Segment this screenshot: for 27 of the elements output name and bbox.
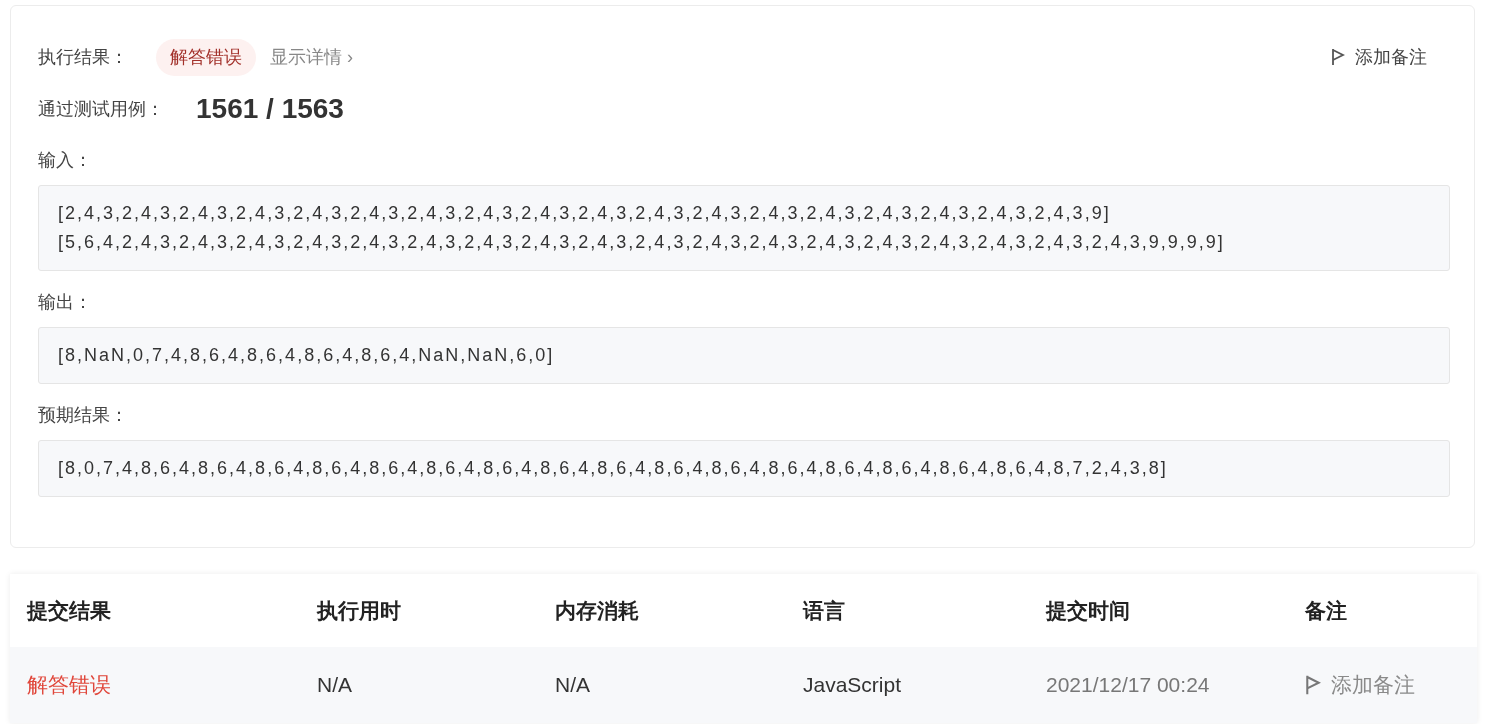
code-line: [8,NaN,0,7,4,8,6,4,8,6,4,8,6,4,8,6,4,NaN,NaN,6,0] [58, 344, 555, 367]
details-link[interactable]: 显示详情 › [270, 43, 353, 71]
passed-count: 1561 / 1563 [196, 92, 344, 126]
code-line: [2,4,3,2,4,3,2,4,3,2,4,3,2,4,3,2,4,3,2,4,3,2,4,3,2,4,3,2,4,3,2,4,3,2,4,3,2,4,3,2,4,3,2,4,3,2,4,3,2,4,3,2,4,3,9] [58, 202, 1111, 225]
column-header: 语言 [803, 598, 845, 622]
block-label: 预期结果： [38, 404, 128, 426]
column-header: 执行用时 [317, 598, 401, 622]
column-header: 内存消耗 [555, 598, 639, 622]
column-header: 备注 [1305, 598, 1347, 622]
add-note-button[interactable]: 添加备注 [1331, 43, 1427, 71]
block-label: 输出： [38, 291, 92, 313]
table-cell: JavaScript [803, 673, 902, 697]
flag-icon [1305, 674, 1321, 696]
passed-label: 通过测试用例： [38, 97, 165, 121]
code-line: [8,0,7,4,8,6,4,8,6,4,8,6,4,8,6,4,8,6,4,8,6,4,8,6,4,8,6,4,8,6,4,8,6,4,8,6,4,8,6,4,8,6,4,8,6,4,8,6,4,8,6,4,8,7,2,4,3,8] [58, 457, 1168, 480]
flag-icon [1331, 48, 1345, 66]
result-label: 执行结果： [38, 45, 129, 69]
table-cell: 2021/12/17 00:24 [1046, 673, 1210, 697]
table-cell: N/A [317, 673, 352, 697]
table-cell: N/A [555, 673, 590, 697]
status-badge: 解答错误 [156, 38, 256, 76]
code-line: [5,6,4,2,4,3,2,4,3,2,4,3,2,4,3,2,4,3,2,4,3,2,4,3,2,4,3,2,4,3,2,4,3,2,4,3,2,4,3,2,4,3,2,4,3,2,4,3,2,4,3,2,4,3,2,4,3,9,9,9,9] [58, 231, 1225, 254]
column-header: 提交结果 [27, 598, 111, 622]
add-note-button[interactable]: 添加备注 [1305, 669, 1415, 701]
table-cell[interactable]: 解答错误 [27, 673, 111, 697]
block-label: 输入： [38, 149, 92, 171]
column-header: 提交时间 [1046, 598, 1130, 622]
